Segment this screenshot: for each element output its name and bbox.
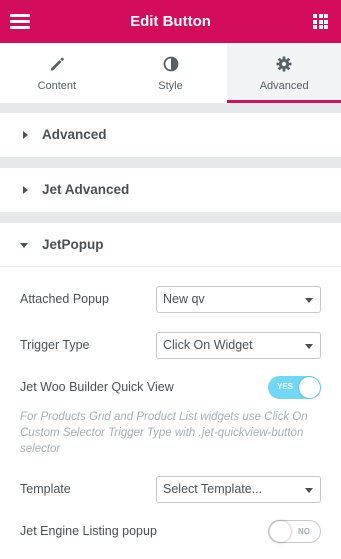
caret-right-icon — [23, 186, 28, 194]
trigger-type-label: Trigger Type — [20, 338, 90, 352]
section-gap — [0, 157, 341, 168]
divider — [0, 266, 341, 267]
gear-icon — [276, 56, 292, 72]
caret-down-icon — [20, 243, 28, 248]
section-jet-advanced-title: Jet Advanced — [42, 182, 130, 197]
panel-header: Edit Button — [0, 0, 341, 43]
tab-advanced-label: Advanced — [259, 80, 309, 92]
quick-view-description: For Products Grid and Product List widge… — [20, 411, 308, 455]
switch-state: YES — [277, 382, 294, 391]
switch-knob — [299, 377, 320, 398]
panel-title: Edit Button — [130, 13, 211, 30]
section-advanced-title: Advanced — [42, 127, 107, 142]
template-label: Template — [20, 482, 71, 496]
switch-state: NO — [298, 527, 310, 536]
tab-advanced[interactable]: Advanced — [227, 43, 341, 103]
switch-knob — [270, 521, 291, 542]
attached-popup-select[interactable]: New qv — [156, 286, 321, 313]
chevron-down-icon — [305, 488, 313, 493]
section-gap — [0, 103, 341, 113]
tab-style[interactable]: Style — [113, 43, 228, 103]
template-value: Select Template... — [163, 482, 263, 496]
tab-style-label: Style — [158, 80, 183, 92]
chevron-down-icon — [305, 344, 313, 349]
trigger-type-select[interactable]: Click On Widget — [156, 332, 321, 359]
attached-popup-value: New qv — [163, 292, 205, 306]
attached-popup-label: Attached Popup — [20, 292, 109, 306]
pencil-icon — [50, 57, 64, 71]
half-circle-icon — [163, 56, 178, 72]
section-jet-advanced[interactable]: Jet Advanced — [0, 168, 341, 212]
template-select[interactable]: Select Template... — [156, 476, 321, 503]
quick-view-label: Jet Woo Builder Quick View — [20, 380, 174, 394]
quick-view-switch[interactable]: YES — [268, 376, 321, 399]
caret-right-icon — [23, 131, 28, 139]
section-advanced[interactable]: Advanced — [0, 113, 341, 157]
editor-tabs: Content Style Advanced — [0, 43, 341, 103]
grid-icon[interactable] — [313, 14, 328, 29]
tab-content[interactable]: Content — [0, 43, 114, 103]
section-jetpopup[interactable]: JetPopup — [0, 223, 341, 267]
listing-popup-label: Jet Engine Listing popup — [20, 524, 157, 538]
trigger-type-value: Click On Widget — [163, 338, 253, 352]
section-gap — [0, 212, 341, 223]
tab-content-label: Content — [37, 80, 77, 92]
chevron-down-icon — [305, 298, 313, 303]
section-jetpopup-title: JetPopup — [42, 237, 104, 252]
listing-popup-switch[interactable]: NO — [268, 520, 321, 543]
